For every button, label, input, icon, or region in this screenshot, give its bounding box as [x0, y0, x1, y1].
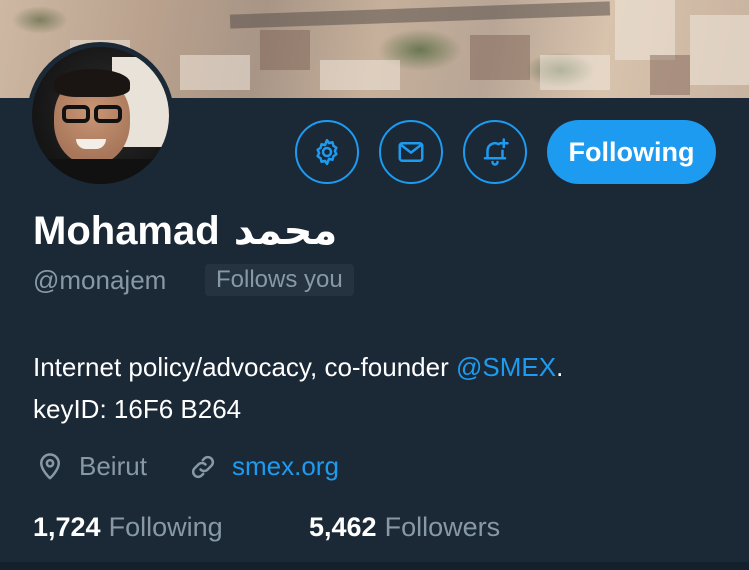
bio-punctuation: . [556, 352, 564, 382]
section-divider [0, 562, 749, 570]
following-count: 1,724 [33, 512, 101, 542]
bio-mention-link[interactable]: @SMEX [456, 352, 556, 382]
avatar-hair [54, 69, 130, 97]
link-icon [191, 455, 215, 478]
profile-bio: Internet policy/advocacy, co-founder @SM… [33, 346, 723, 430]
location-pin-icon [40, 452, 60, 479]
following-label: Following [108, 512, 223, 542]
follows-you-badge: Follows you [205, 264, 354, 296]
gear-icon [316, 138, 338, 166]
bio-text: Internet policy/advocacy, co-founder [33, 352, 456, 382]
following-button[interactable]: Following [547, 120, 716, 184]
following-stat[interactable]: 1,724 Following [33, 512, 223, 543]
bio-key-id: keyID: 16F6 B264 [33, 394, 242, 424]
profile-website[interactable]: smex.org [188, 451, 339, 482]
banner-building [690, 15, 749, 85]
message-button[interactable] [379, 120, 443, 184]
bell-plus-icon [483, 138, 509, 166]
banner-building [320, 60, 400, 90]
banner-building [540, 55, 610, 90]
envelope-icon [398, 142, 424, 162]
avatar-shirt [32, 159, 169, 184]
banner-road [229, 1, 611, 29]
profile-name-latin: Mohamad [33, 209, 220, 253]
banner-building [650, 55, 690, 95]
profile-name-arabic: محمد [233, 209, 338, 253]
avatar-glasses-left [62, 105, 90, 123]
followers-stat[interactable]: 5,462 Followers [309, 512, 500, 543]
location-text: Beirut [79, 451, 147, 481]
banner-building [260, 30, 310, 70]
profile-name: Mohamad محمد [33, 208, 337, 254]
avatar-glasses-right [94, 105, 122, 123]
profile-location: Beirut [35, 451, 147, 482]
banner-building [470, 35, 530, 80]
website-link[interactable]: smex.org [232, 451, 339, 482]
profile-avatar[interactable] [27, 42, 174, 189]
banner-building [180, 55, 250, 90]
followers-count: 5,462 [309, 512, 377, 542]
banner-building [615, 0, 675, 60]
notifications-button[interactable] [463, 120, 527, 184]
followers-label: Followers [384, 512, 501, 542]
profile-handle: @monajem [33, 265, 167, 295]
settings-button[interactable] [295, 120, 359, 184]
